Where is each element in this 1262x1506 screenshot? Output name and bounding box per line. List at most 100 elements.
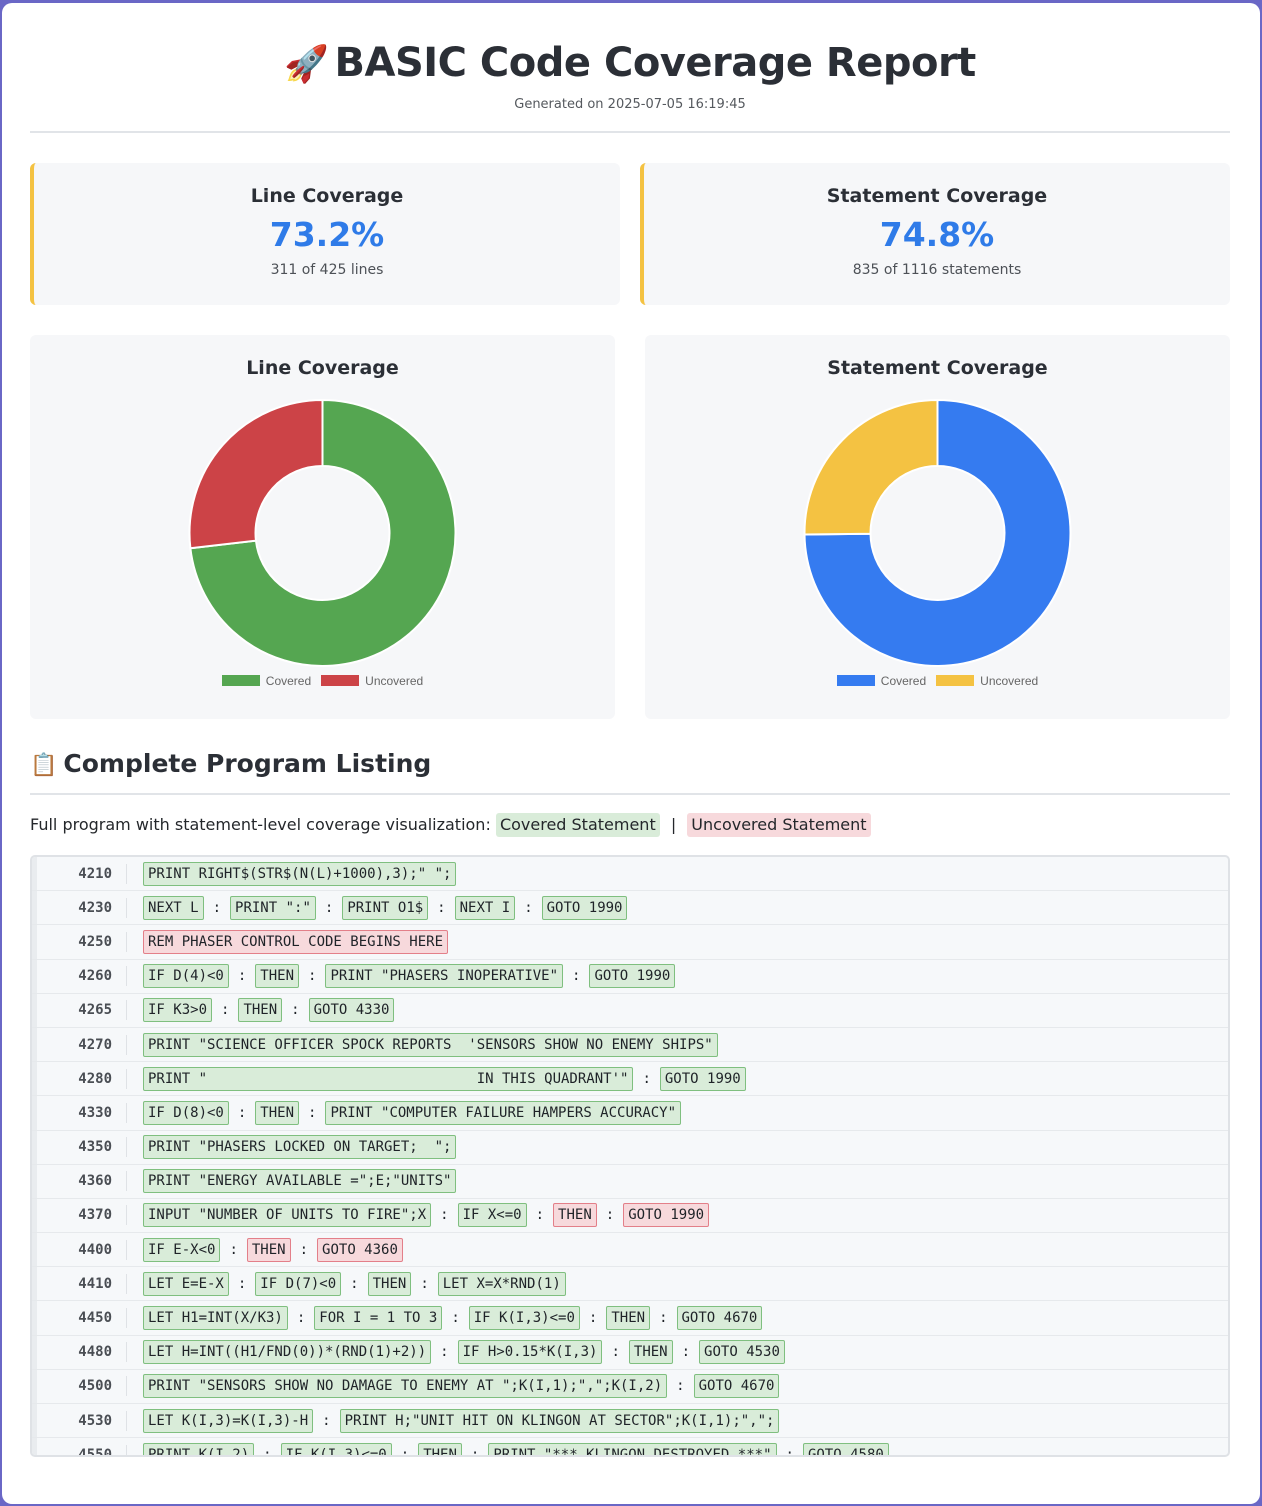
statement-list: PRINT "ENERGY AVAILABLE =";E;"UNITS" bbox=[127, 1169, 457, 1194]
covered-statement: GOTO 1990 bbox=[541, 895, 628, 920]
statement-coverage-title: Statement Coverage bbox=[826, 185, 1048, 207]
statement-separator: : bbox=[350, 1275, 359, 1292]
listing-description: Full program with statement-level covera… bbox=[30, 813, 871, 837]
listing-row: 4550 PRINT K(I,2): IF K(I,3)<=0: THEN: PRINT… bbox=[32, 1438, 1228, 1457]
statement-separator: : bbox=[308, 968, 317, 985]
statement-separator: : bbox=[659, 1310, 668, 1327]
page-title: 🚀 BASIC Code Coverage Report bbox=[30, 39, 1230, 89]
program-listing[interactable]: 4210 PRINT RIGHT$(STR$(N(L)+1000),3);" ";… bbox=[30, 855, 1230, 1457]
legend-item-covered[interactable]: Covered bbox=[836, 674, 926, 688]
listing-row: 4260 IF D(4)<0: THEN: PRINT "PHASERS INOPER… bbox=[32, 959, 1228, 994]
covered-statement: THEN bbox=[255, 1100, 300, 1125]
covered-statement-legend: Covered Statement bbox=[495, 813, 660, 837]
statement-separator: : bbox=[322, 1412, 331, 1429]
statement-separator: : bbox=[237, 1104, 247, 1121]
listing-row: 4480 LET H=INT((H1/FND(0))*(RND(1)+2)): IF… bbox=[32, 1335, 1228, 1370]
line-coverage-title: Line Coverage bbox=[250, 185, 404, 207]
listing-row: 4230 NEXT L: PRINT ":": PRINT O1$: NEXT I: GO… bbox=[32, 891, 1228, 926]
donut-slice-uncovered[interactable] bbox=[803, 398, 939, 536]
listing-section-title: 📋 Complete Program Listing bbox=[30, 749, 1230, 795]
statement-separator: : bbox=[237, 1275, 247, 1292]
line-number: 4330 bbox=[32, 1102, 127, 1123]
listing-row: 4400 IF E-X<0: THEN: GOTO 4360 bbox=[32, 1233, 1228, 1268]
statement-coverage-donut-chart bbox=[803, 398, 1072, 667]
uncovered-statement: THEN bbox=[246, 1237, 291, 1262]
generated-timestamp: Generated on 2025-07-05 16:19:45 bbox=[514, 97, 746, 112]
covered-statement: GOTO 1990 bbox=[589, 964, 676, 989]
covered-statement: GOTO 1990 bbox=[659, 1066, 746, 1091]
legend-item-uncovered[interactable]: Uncovered bbox=[936, 674, 1038, 688]
clipboard-icon: 📋 bbox=[30, 753, 58, 778]
line-number: 4400 bbox=[32, 1239, 127, 1260]
line-coverage-card: Line Coverage 73.2% 311 of 425 lines bbox=[30, 163, 620, 305]
listing-row: 4410 LET E=E-X: IF D(7)<0: THEN: LET X=X*RND… bbox=[32, 1267, 1228, 1302]
statement-separator: : bbox=[263, 1446, 272, 1457]
line-coverage-value: 73.2% bbox=[269, 215, 385, 254]
line-number: 4500 bbox=[32, 1376, 127, 1397]
legend-label: Uncovered bbox=[980, 674, 1039, 688]
covered-statement: PRINT ":" bbox=[230, 895, 316, 920]
statement-separator: : bbox=[605, 1207, 615, 1224]
statement-coverage-card: Statement Coverage 74.8% 835 of 1116 sta… bbox=[640, 163, 1230, 305]
uncovered-statement: GOTO 1990 bbox=[623, 1203, 710, 1228]
legend-label: Uncovered bbox=[365, 674, 424, 688]
legend-swatch bbox=[836, 675, 875, 686]
donut-slice-uncovered[interactable] bbox=[188, 398, 324, 550]
covered-statement: IF H>0.15*K(I,3) bbox=[457, 1340, 603, 1365]
statement-separator: : bbox=[400, 1446, 410, 1457]
listing-row: 4350 PRINT "PHASERS LOCKED ON TARGET; "; bbox=[32, 1130, 1228, 1165]
covered-statement: PRINT "SCIENCE OFFICER SPOCK REPORTS 'SE… bbox=[143, 1032, 718, 1057]
listing-title-text: Complete Program Listing bbox=[63, 749, 432, 778]
covered-statement: THEN bbox=[418, 1442, 462, 1455]
statement-list: PRINT "SENSORS SHOW NO DAMAGE TO ENEMY A… bbox=[127, 1374, 780, 1399]
statement-coverage-chart-legend[interactable]: Covered Uncovered bbox=[645, 674, 1230, 688]
covered-statement: NEXT I bbox=[454, 895, 516, 920]
statement-list: IF D(4)<0: THEN: PRINT "PHASERS INOPERATIV… bbox=[127, 964, 676, 989]
listing-row: 4270 PRINT "SCIENCE OFFICER SPOCK REPORTS… bbox=[32, 1027, 1228, 1063]
legend-separator: | bbox=[670, 815, 677, 834]
legend-swatch bbox=[321, 675, 360, 686]
line-coverage-chart-legend[interactable]: Covered Uncovered bbox=[30, 674, 615, 688]
listing-row: 4280 PRINT " IN THIS QUADRANT'": GOTO 1990 bbox=[32, 1062, 1228, 1097]
legend-item-uncovered[interactable]: Uncovered bbox=[321, 674, 423, 688]
covered-statement: PRINT RIGHT$(STR$(N(L)+1000),3);" "; bbox=[143, 861, 457, 886]
legend-label: Covered bbox=[265, 674, 312, 688]
line-number: 4530 bbox=[32, 1410, 127, 1431]
statement-list: PRINT K(I,2): IF K(I,3)<=0: THEN: PRINT "**… bbox=[127, 1442, 889, 1457]
line-number: 4480 bbox=[32, 1342, 127, 1363]
covered-statement: IF D(4)<0 bbox=[143, 964, 229, 989]
statement-list: INPUT "NUMBER OF UNITS TO FIRE";X: IF X<=… bbox=[127, 1203, 710, 1228]
uncovered-statement: REM PHASER CONTROL CODE BEGINS HERE bbox=[143, 929, 449, 954]
report-content: 🚀 BASIC Code Coverage Report Generated on… bbox=[30, 3, 1230, 1457]
listing-row: 4250 REM PHASER CONTROL CODE BEGINS HERE bbox=[32, 925, 1228, 960]
covered-statement: GOTO 4580 bbox=[802, 1442, 889, 1455]
statement-separator: : bbox=[212, 899, 222, 916]
covered-statement: THEN bbox=[606, 1306, 651, 1331]
legend-item-covered[interactable]: Covered bbox=[221, 674, 312, 688]
covered-statement: IF D(8)<0 bbox=[143, 1100, 229, 1125]
statement-separator: : bbox=[588, 1310, 598, 1327]
line-number: 4265 bbox=[32, 1000, 127, 1021]
statement-separator: : bbox=[291, 1002, 300, 1019]
covered-statement: PRINT "COMPUTER FAILURE HAMPERS ACCURACY… bbox=[325, 1100, 682, 1125]
listing-row: 4370 INPUT "NUMBER OF UNITS TO FIRE";X: IF… bbox=[32, 1198, 1228, 1234]
statement-separator: : bbox=[681, 1344, 691, 1361]
covered-statement: THEN bbox=[367, 1271, 412, 1296]
statement-separator: : bbox=[470, 1446, 480, 1457]
legend-swatch bbox=[221, 675, 260, 686]
covered-statement: PRINT "ENERGY AVAILABLE =";E;"UNITS" bbox=[143, 1169, 457, 1194]
statement-list: IF E-X<0: THEN: GOTO 4360 bbox=[127, 1237, 403, 1262]
covered-statement: THEN bbox=[238, 998, 283, 1023]
statement-list: PRINT "PHASERS LOCKED ON TARGET; "; bbox=[127, 1135, 457, 1160]
page-title-text: BASIC Code Coverage Report bbox=[334, 40, 977, 86]
covered-statement: GOTO 4670 bbox=[693, 1374, 780, 1399]
covered-statement: PRINT K(I,2) bbox=[143, 1442, 255, 1455]
line-coverage-donut-chart bbox=[188, 398, 457, 667]
line-number: 4230 bbox=[32, 897, 127, 918]
listing-row: 4500 PRINT "SENSORS SHOW NO DAMAGE TO ENE… bbox=[32, 1369, 1228, 1404]
covered-statement: PRINT H;"UNIT HIT ON KLINGON AT SECTOR";… bbox=[339, 1408, 780, 1433]
statement-separator: : bbox=[420, 1275, 429, 1292]
line-number: 4360 bbox=[32, 1171, 127, 1192]
covered-statement: FOR I = 1 TO 3 bbox=[314, 1306, 443, 1331]
covered-statement: IF K(I,3)<=0 bbox=[280, 1442, 392, 1455]
